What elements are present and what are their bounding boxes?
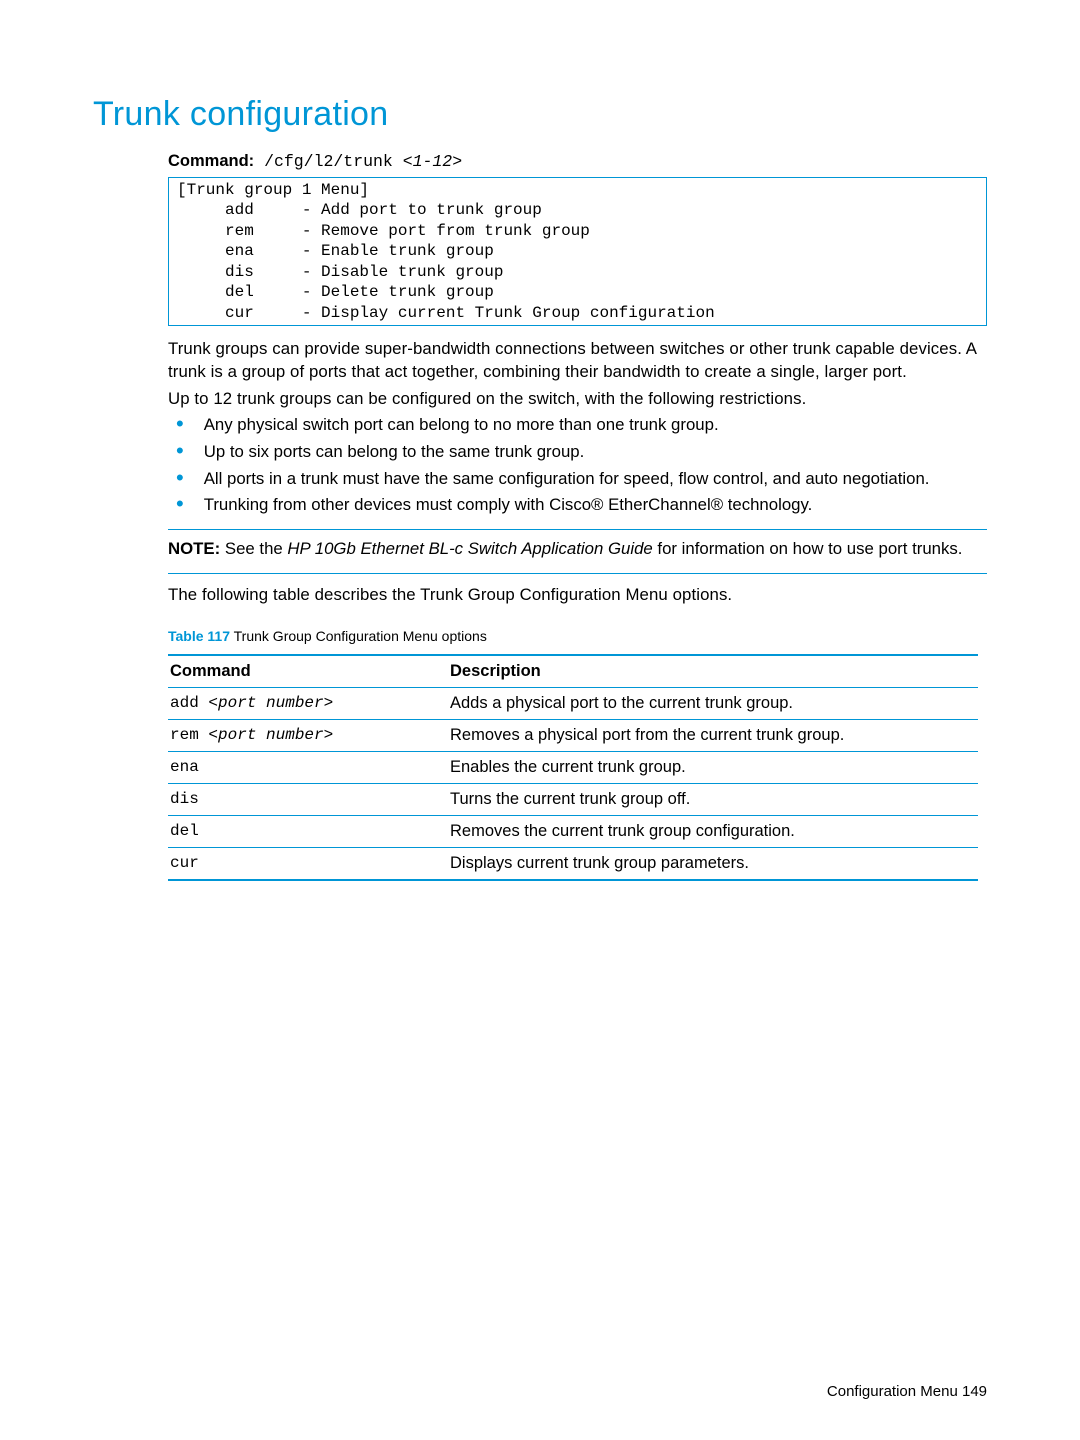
command-cell: add <port number> <box>168 688 448 720</box>
menu-line: cur - Display current Trunk Group config… <box>177 304 715 322</box>
body-paragraph: The following table describes the Trunk … <box>168 584 987 607</box>
note-suffix: for information on how to use port trunk… <box>653 539 963 558</box>
body-paragraph: Trunk groups can provide super-bandwidth… <box>168 338 987 383</box>
note-prefix: See the <box>220 539 287 558</box>
list-item-text: Up to six ports can belong to the same t… <box>204 441 987 464</box>
command-cell: dis <box>168 784 448 816</box>
menu-line: del - Delete trunk group <box>177 283 494 301</box>
list-item-text: All ports in a trunk must have the same … <box>204 468 987 491</box>
menu-line: rem - Remove port from trunk group <box>177 222 590 240</box>
divider <box>168 529 987 530</box>
menu-code-box: [Trunk group 1 Menu] add - Add port to t… <box>168 177 987 326</box>
table-header-row: Command Description <box>168 655 978 688</box>
command-arg: <1-12> <box>403 152 462 171</box>
options-table: Command Description add <port number> Ad… <box>168 654 978 881</box>
list-item: • Up to six ports can belong to the same… <box>168 441 987 464</box>
bullet-icon: • <box>176 414 184 437</box>
command-cell: del <box>168 816 448 848</box>
cmd-arg: <port number> <box>208 726 333 744</box>
command-label: Command: <box>168 152 254 170</box>
list-item-text: Trunking from other devices must comply … <box>204 494 987 517</box>
cmd-prefix: dis <box>170 790 199 808</box>
description-cell: Turns the current trunk group off. <box>448 784 978 816</box>
table-row: rem <port number> Removes a physical por… <box>168 720 978 752</box>
page-footer: Configuration Menu 149 <box>827 1383 987 1400</box>
note-label: NOTE: <box>168 539 220 558</box>
cmd-arg: <port number> <box>208 694 333 712</box>
table-row: add <port number> Adds a physical port t… <box>168 688 978 720</box>
bullet-icon: • <box>176 468 184 491</box>
cmd-prefix: rem <box>170 726 208 744</box>
cmd-prefix: ena <box>170 758 199 776</box>
command-line: Command: /cfg/l2/trunk <1-12> <box>168 152 987 171</box>
body-paragraph: Up to 12 trunk groups can be configured … <box>168 388 987 411</box>
list-item: • All ports in a trunk must have the sam… <box>168 468 987 491</box>
list-item: • Trunking from other devices must compl… <box>168 494 987 517</box>
description-cell: Adds a physical port to the current trun… <box>448 688 978 720</box>
list-item-text: Any physical switch port can belong to n… <box>204 414 987 437</box>
list-item: • Any physical switch port can belong to… <box>168 414 987 437</box>
table-row: dis Turns the current trunk group off. <box>168 784 978 816</box>
cmd-prefix: add <box>170 694 208 712</box>
table-header-description: Description <box>448 655 978 688</box>
cmd-prefix: del <box>170 822 199 840</box>
bullet-icon: • <box>176 494 184 517</box>
table-row: cur Displays current trunk group paramet… <box>168 848 978 881</box>
note-italic: HP 10Gb Ethernet BL-c Switch Application… <box>287 539 652 558</box>
command-cell: ena <box>168 752 448 784</box>
menu-line: dis - Disable trunk group <box>177 263 503 281</box>
bullet-icon: • <box>176 441 184 464</box>
description-cell: Displays current trunk group parameters. <box>448 848 978 881</box>
divider <box>168 573 987 574</box>
command-path: /cfg/l2/trunk <box>254 152 403 171</box>
cmd-prefix: cur <box>170 854 199 872</box>
note-paragraph: NOTE: See the HP 10Gb Ethernet BL-c Swit… <box>168 538 987 561</box>
table-caption: Table 117 Trunk Group Configuration Menu… <box>168 628 987 644</box>
table-row: ena Enables the current trunk group. <box>168 752 978 784</box>
table-caption-label: Table 117 <box>168 628 230 644</box>
table-caption-text: Trunk Group Configuration Menu options <box>230 628 487 644</box>
bullet-list: • Any physical switch port can belong to… <box>168 414 987 517</box>
description-cell: Enables the current trunk group. <box>448 752 978 784</box>
table-header-command: Command <box>168 655 448 688</box>
page-title: Trunk configuration <box>93 95 987 134</box>
description-cell: Removes the current trunk group configur… <box>448 816 978 848</box>
menu-line: [Trunk group 1 Menu] <box>177 181 369 199</box>
table-row: del Removes the current trunk group conf… <box>168 816 978 848</box>
description-cell: Removes a physical port from the current… <box>448 720 978 752</box>
command-cell: rem <port number> <box>168 720 448 752</box>
menu-line: add - Add port to trunk group <box>177 201 542 219</box>
menu-line: ena - Enable trunk group <box>177 242 494 260</box>
command-cell: cur <box>168 848 448 881</box>
